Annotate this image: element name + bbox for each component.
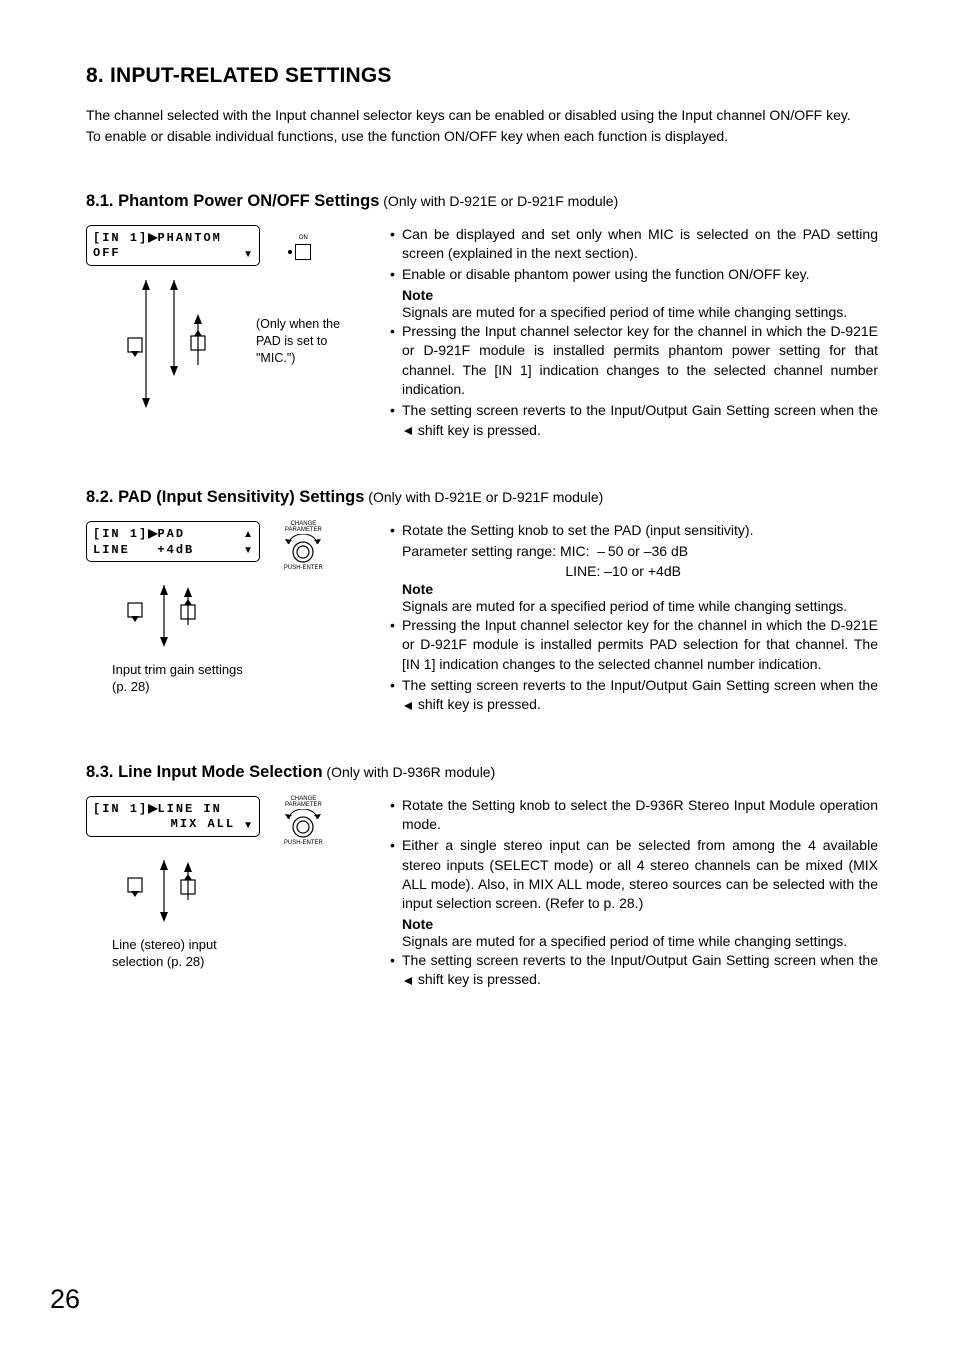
knob-8-3: CHANGE PARAMETER PUSH-ENTER [284, 796, 323, 846]
s81-b4a: The setting screen reverts to the Input/… [402, 402, 878, 418]
up-triangle-icon: ▲ [243, 528, 253, 541]
caption-8-2-l2: (p. 28) [112, 679, 150, 694]
nav-note-8-1-l3: "MIC.") [256, 351, 295, 365]
s82-b3: The setting screen reverts to the Input/… [390, 676, 878, 715]
section-8-3-heading: 8.3. Line Input Mode Selection (Only wit… [86, 763, 878, 782]
caption-8-3-l2: selection (p. 28) [112, 954, 205, 969]
on-button-icon [295, 244, 311, 260]
lcd-8-1-l2-left: OFF [93, 246, 121, 262]
section-8-1-right: Can be displayed and set only when MIC i… [390, 225, 878, 442]
lcd-8-1-l1-right: PHANTOM [157, 231, 221, 245]
s81-b2: Enable or disable phantom power using th… [390, 265, 878, 284]
s83-b3: The setting screen reverts to the Input/… [390, 951, 878, 990]
lcd-8-2-l2-left: LINE [93, 543, 130, 557]
caption-8-3: Line (stereo) input selection (p. 28) [112, 936, 390, 971]
s82-sub2: LINE: –10 or +4dB [390, 562, 878, 581]
s81-b4: The setting screen reverts to the Input/… [390, 401, 878, 440]
section-8-3-suffix: (Only with D-936R module) [323, 764, 496, 780]
caption-8-2-l1: Input trim gain settings [112, 662, 243, 677]
s82-sub1: Parameter setting range: MIC: – 50 or –3… [390, 542, 878, 561]
knob-t2: PARAMETER [284, 527, 323, 533]
lcd-8-3-l1-left: [IN 1] [93, 802, 148, 816]
section-8-3: 8.3. Line Input Mode Selection (Only wit… [86, 763, 878, 992]
on-label: ON [296, 235, 311, 241]
nav-diagram-8-1: (Only when the PAD is set to "MIC.") [126, 280, 390, 410]
nav-arrows-icon [126, 585, 276, 655]
nav-arrows-icon [126, 860, 276, 930]
left-shift-icon [404, 427, 412, 435]
nav-diagram-8-3 [126, 860, 390, 930]
down-triangle-icon: ▼ [243, 544, 253, 557]
intro-p1: The channel selected with the Input chan… [86, 106, 878, 125]
s81-note-label: Note [390, 287, 878, 303]
section-8-1-heading: 8.1. Phantom Power ON/OFF Settings (Only… [86, 192, 878, 211]
s81-b1: Can be displayed and set only when MIC i… [390, 225, 878, 264]
s82-b3a: The setting screen reverts to the Input/… [402, 677, 878, 693]
knob-icon [285, 809, 321, 839]
section-8-3-right: Rotate the Setting knob to select the D-… [390, 796, 878, 992]
section-8-3-title: 8.3. Line Input Mode Selection [86, 763, 323, 781]
led-dot-icon [288, 250, 292, 254]
lcd-8-3: [IN 1]▶LINE IN MIX ALL ▼ [86, 796, 260, 837]
knob-t3: PUSH-ENTER [284, 565, 323, 571]
caption-8-2: Input trim gain settings (p. 28) [112, 661, 390, 696]
lcd-8-2-l1-left: [IN 1] [93, 527, 148, 541]
section-8-2-suffix: (Only with D-921E or D-921F module) [364, 489, 603, 505]
lcd-8-2-l2-right: +4dB [157, 543, 194, 557]
section-8-1-suffix: (Only with D-921E or D-921F module) [379, 193, 618, 209]
lcd-8-1-l1-left: [IN 1] [93, 231, 148, 245]
section-8-1: 8.1. Phantom Power ON/OFF Settings (Only… [86, 192, 878, 442]
s81-b4b: shift key is pressed. [414, 422, 541, 438]
section-8-2-heading: 8.2. PAD (Input Sensitivity) Settings (O… [86, 488, 878, 507]
knob-t3: PUSH-ENTER [284, 840, 323, 846]
nav-note-8-1: (Only when the PAD is set to "MIC.") [256, 316, 376, 367]
page-number: 26 [50, 1284, 80, 1315]
section-8-3-left: [IN 1]▶LINE IN MIX ALL ▼ CHANGE PARAMETE… [86, 796, 390, 971]
intro-block: The channel selected with the Input chan… [86, 106, 878, 146]
knob-t2: PARAMETER [284, 802, 323, 808]
nav-note-8-1-l1: (Only when the [256, 317, 340, 331]
left-shift-icon [404, 702, 412, 710]
lcd-8-2-l1-right: PAD [157, 527, 185, 541]
s82-note-text: Signals are muted for a specified period… [390, 597, 878, 616]
lcd-8-2: [IN 1]▶PAD ▲ LINE +4dB ▼ [86, 521, 260, 562]
knob-icon [285, 534, 321, 564]
page-title: 8. INPUT-RELATED SETTINGS [86, 64, 878, 88]
section-8-1-title: 8.1. Phantom Power ON/OFF Settings [86, 192, 379, 210]
down-triangle-icon: ▼ [243, 248, 253, 261]
left-shift-icon [404, 977, 412, 985]
s81-note-text: Signals are muted for a specified period… [390, 303, 878, 322]
s83-note-text: Signals are muted for a specified period… [390, 932, 878, 951]
section-8-1-left: [IN 1]▶PHANTOM OFF ▼ ON [86, 225, 390, 410]
down-triangle-icon: ▼ [243, 819, 253, 832]
lcd-8-1: [IN 1]▶PHANTOM OFF ▼ [86, 225, 260, 266]
caption-8-3-l1: Line (stereo) input [112, 937, 217, 952]
intro-p2: To enable or disable individual function… [86, 127, 878, 146]
lcd-8-3-l1-right: LINE IN [157, 802, 221, 816]
lcd-8-3-l2-right: MIX ALL [171, 817, 235, 831]
nav-diagram-8-2 [126, 585, 390, 655]
s83-note-label: Note [390, 916, 878, 932]
s83-b3a: The setting screen reverts to the Input/… [402, 952, 878, 968]
on-indicator: ON [288, 235, 311, 260]
s82-b3b: shift key is pressed. [414, 696, 541, 712]
knob-8-2: CHANGE PARAMETER PUSH-ENTER [284, 521, 323, 571]
s83-b1: Rotate the Setting knob to select the D-… [390, 796, 878, 835]
s82-b1: Rotate the Setting knob to set the PAD (… [390, 521, 878, 540]
s83-b3b: shift key is pressed. [414, 971, 541, 987]
s82-b2: Pressing the Input channel selector key … [390, 616, 878, 674]
nav-note-8-1-l2: PAD is set to [256, 334, 327, 348]
s81-b3: Pressing the Input channel selector key … [390, 322, 878, 399]
section-8-2-title: 8.2. PAD (Input Sensitivity) Settings [86, 488, 364, 506]
s83-b2: Either a single stereo input can be sele… [390, 836, 878, 913]
s82-note-label: Note [390, 581, 878, 597]
section-8-2-right: Rotate the Setting knob to set the PAD (… [390, 521, 878, 717]
page: 8. INPUT-RELATED SETTINGS The channel se… [0, 0, 954, 1351]
section-8-2-left: [IN 1]▶PAD ▲ LINE +4dB ▼ CHANGE PARAMETE… [86, 521, 390, 696]
section-8-2: 8.2. PAD (Input Sensitivity) Settings (O… [86, 488, 878, 717]
